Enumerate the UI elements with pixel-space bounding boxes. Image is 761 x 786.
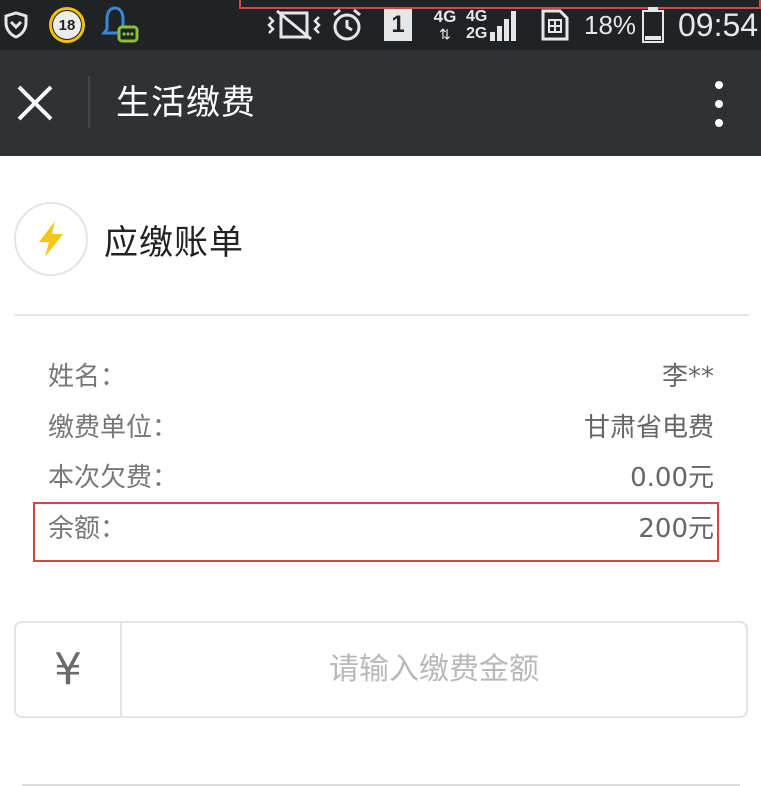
info-row-name: 姓名： 李** xyxy=(48,354,714,394)
battery-percent: 18% xyxy=(584,0,638,50)
title-divider xyxy=(88,76,90,128)
chat-bell-icon xyxy=(100,0,140,50)
close-button[interactable] xyxy=(4,70,66,136)
more-dot-icon xyxy=(715,100,723,108)
notification-badge-icon: 18 xyxy=(46,0,88,50)
clock-text: 09:54 xyxy=(678,6,759,43)
balance-highlight-box xyxy=(33,502,719,562)
bill-header: 应缴账单 xyxy=(14,200,244,278)
lightning-bolt-icon xyxy=(14,202,88,276)
bill-title: 应缴账单 xyxy=(104,222,244,263)
amount-input[interactable] xyxy=(122,623,746,716)
network-type-label: 4G xyxy=(466,8,488,25)
battery-percent-text: 18% xyxy=(584,9,637,40)
info-label: 本次欠费： xyxy=(48,462,179,493)
close-icon xyxy=(17,85,53,121)
title-bar: 生活缴费 xyxy=(0,50,761,156)
info-value: 李** xyxy=(661,361,714,392)
sim-card-icon xyxy=(538,0,572,50)
data-arrows-icon: ⇅ xyxy=(439,26,451,42)
info-value: 0.00元 xyxy=(630,462,714,493)
status-bar: 18 1 4G ⇅ 4G 2G 18% 09:54 xyxy=(0,0,761,50)
sim-slot-number: 1 xyxy=(391,11,405,38)
sim-slot-icon: 1 xyxy=(382,0,414,50)
shield-icon xyxy=(0,0,32,50)
vibrate-mute-icon xyxy=(266,0,322,50)
data-activity-icon: 4G ⇅ xyxy=(428,0,462,50)
notification-badge-count: 18 xyxy=(58,16,76,34)
info-value: 甘肃省电费 xyxy=(583,412,714,443)
more-options-button[interactable] xyxy=(699,76,739,132)
info-label: 缴费单位： xyxy=(48,412,179,443)
signal-strength-icon: 4G 2G xyxy=(466,0,530,50)
section-divider xyxy=(14,314,749,316)
info-label: 姓名： xyxy=(48,361,127,392)
more-dot-icon xyxy=(715,119,723,127)
more-dot-icon xyxy=(715,81,723,89)
network-type-label: 4G xyxy=(433,7,457,26)
info-row-arrears: 本次欠费： 0.00元 xyxy=(48,455,714,495)
battery-icon xyxy=(640,0,666,50)
amount-input-box[interactable]: ¥ xyxy=(14,621,748,718)
alarm-icon xyxy=(328,0,366,50)
network-type-label: 2G xyxy=(466,25,488,42)
yen-icon: ¥ xyxy=(16,623,122,716)
info-row-payee: 缴费单位： 甘肃省电费 xyxy=(48,405,714,445)
status-clock: 09:54 xyxy=(678,0,761,50)
page-title: 生活缴费 xyxy=(116,83,256,123)
